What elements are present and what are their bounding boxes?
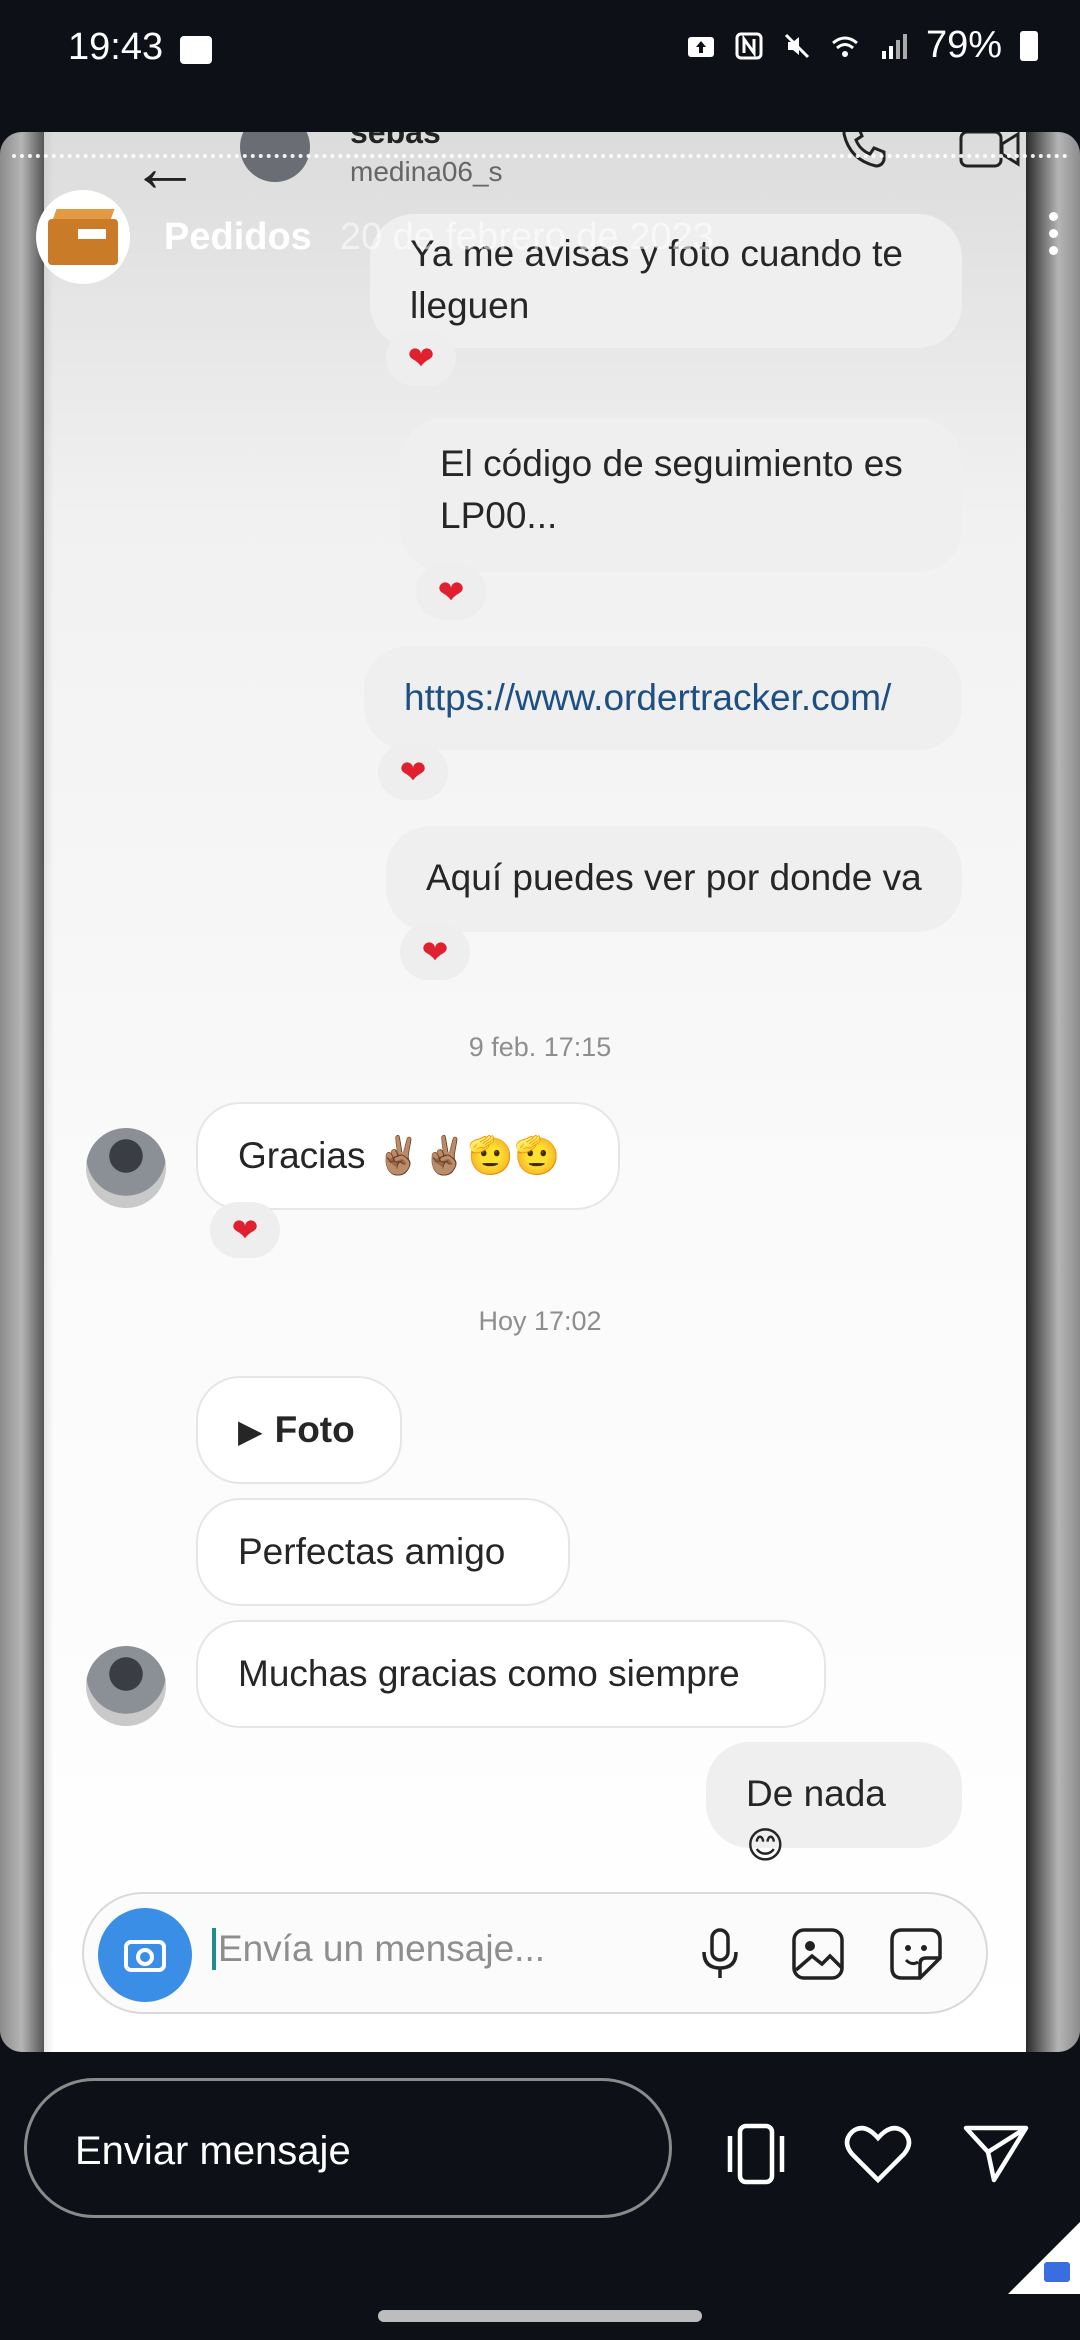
more-options-icon[interactable] xyxy=(1049,212,1058,255)
heart-reaction: ❤ xyxy=(386,330,456,386)
composer-placeholder: Envía un mensaje... xyxy=(212,1928,678,1970)
story-avatar[interactable] xyxy=(36,190,130,284)
status-time: 19:43 xyxy=(68,26,164,68)
status-icons: 79% xyxy=(686,24,1038,67)
screenshot-corner xyxy=(1008,2222,1080,2294)
phone-icon xyxy=(842,132,886,168)
reply-placeholder: Enviar mensaje xyxy=(75,2129,351,2173)
heart-reaction: ❤ xyxy=(210,1202,280,1258)
avatar xyxy=(86,1646,166,1726)
photo-label: Foto xyxy=(274,1409,355,1450)
nfc-icon xyxy=(735,32,763,59)
story-progress-bar xyxy=(12,154,1068,162)
message-text: Gracias ✌🏽✌🏽🫡🫡 xyxy=(238,1135,561,1176)
shared-screenshot: ← sebas medina06_s Ya me avisas y foto c… xyxy=(44,132,1026,2052)
gallery-icon xyxy=(792,1928,844,1980)
battery-percent: 79% xyxy=(925,24,1002,66)
battery-icon xyxy=(1020,30,1038,61)
package-icon xyxy=(48,209,118,265)
message-text: El código de seguimiento es LP00... xyxy=(440,443,903,536)
message-bubble: Muchas gracias como siempre xyxy=(196,1620,826,1728)
story-viewer[interactable]: ← sebas medina06_s Ya me avisas y foto c… xyxy=(0,132,1080,2052)
folder-icon[interactable] xyxy=(1044,2262,1070,2282)
dm-name: sebas xyxy=(350,132,441,150)
story-header: Pedidos 20 de febrero de 2023 xyxy=(36,190,714,284)
microphone-icon xyxy=(702,1928,738,1978)
sticker-icon xyxy=(890,1928,942,1980)
story-date: 20 de febrero de 2023 xyxy=(339,215,714,258)
timestamp: Hoy 17:02 xyxy=(478,1306,602,1336)
message-bubble: Gracias ✌🏽✌🏽🫡🫡 xyxy=(196,1102,620,1210)
message-text: Aquí puedes ver por donde va xyxy=(426,857,922,898)
gallery-notification-icon xyxy=(180,36,212,64)
message-bubble: De nada 😊 xyxy=(706,1742,962,1866)
message-text: Muchas gracias como siempre xyxy=(238,1653,740,1694)
send-icon[interactable] xyxy=(956,2114,1036,2194)
signal-icon xyxy=(881,33,907,59)
upload-icon xyxy=(687,36,714,57)
timestamp: 9 feb. 17:15 xyxy=(468,1032,612,1062)
heart-reaction: ❤ xyxy=(416,564,486,620)
mute-icon xyxy=(784,33,809,58)
play-icon: ▶ xyxy=(238,1413,263,1449)
message-bubble: https://www.ordertracker.com/ xyxy=(364,646,962,750)
avatar xyxy=(86,1128,166,1208)
heart-reaction: ❤ xyxy=(400,924,470,980)
vibrate-icon[interactable] xyxy=(716,2114,796,2194)
status-bar: 19:43 79% xyxy=(0,0,1080,82)
heart-icon[interactable] xyxy=(838,2114,918,2194)
message-link[interactable]: https://www.ordertracker.com/ xyxy=(404,677,891,718)
reply-input[interactable]: Enviar mensaje xyxy=(24,2078,672,2218)
video-call-icon xyxy=(959,132,1020,168)
home-indicator[interactable] xyxy=(378,2310,702,2322)
heart-reaction: ❤ xyxy=(378,744,448,800)
message-text: De nada 😊 xyxy=(746,1773,886,1866)
message-bubble: Aquí puedes ver por donde va xyxy=(386,826,962,932)
message-bubble: Perfectas amigo xyxy=(196,1498,570,1606)
photo-message-button[interactable]: ▶ Foto xyxy=(196,1376,402,1484)
message-text: Perfectas amigo xyxy=(238,1531,506,1572)
wifi-icon xyxy=(831,36,858,57)
story-username[interactable]: Pedidos xyxy=(164,216,312,259)
message-composer: Envía un mensaje... xyxy=(82,1892,988,2014)
camera-icon[interactable] xyxy=(98,1908,192,2002)
message-bubble: El código de seguimiento es LP00... xyxy=(400,418,962,572)
